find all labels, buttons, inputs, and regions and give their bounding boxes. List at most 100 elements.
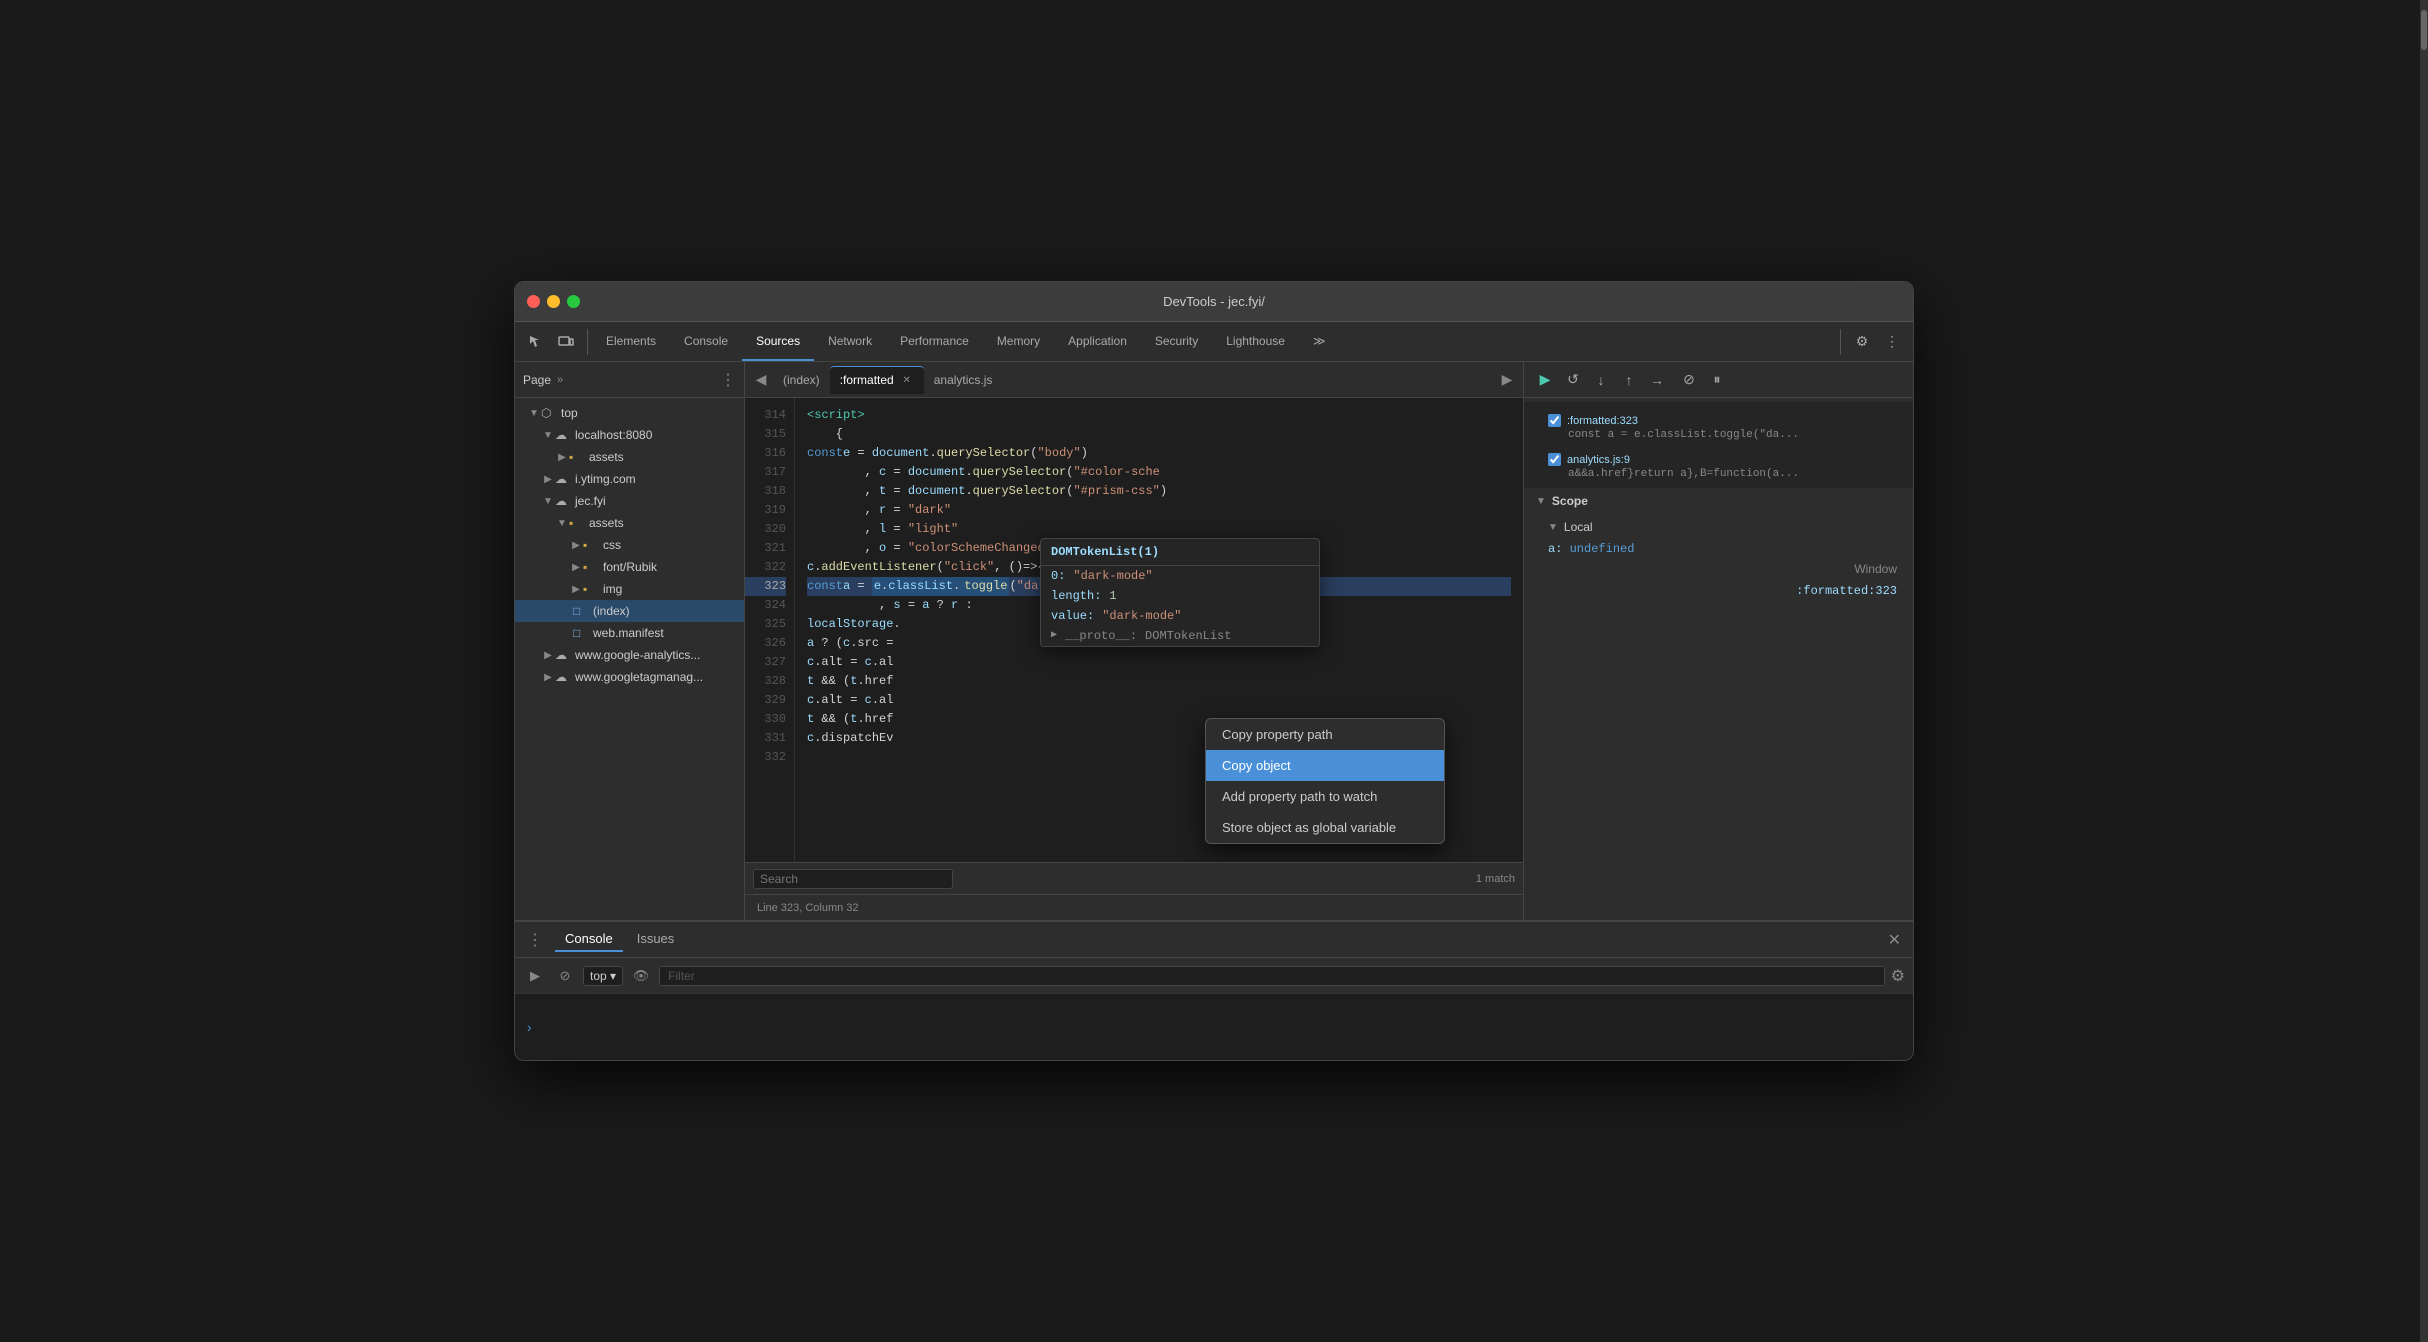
inspect-icon[interactable] bbox=[523, 329, 549, 355]
minimize-button[interactable] bbox=[547, 295, 560, 308]
tree-item-css[interactable]: ▶ ▪ css bbox=[515, 534, 744, 556]
context-menu-copy-path[interactable]: Copy property path bbox=[1206, 719, 1444, 750]
tab-elements[interactable]: Elements bbox=[592, 322, 670, 361]
scope-section-header[interactable]: Scope bbox=[1524, 488, 1913, 514]
tab-sources[interactable]: Sources bbox=[742, 322, 814, 361]
tree-item-ytimg[interactable]: ▶ ☁ i.ytimg.com bbox=[515, 468, 744, 490]
tab-application[interactable]: Application bbox=[1054, 322, 1141, 361]
context-menu-store-global[interactable]: Store object as global variable bbox=[1206, 812, 1444, 843]
debug-step-btn[interactable]: → bbox=[1644, 367, 1670, 393]
debug-step-over-btn[interactable]: ↺ bbox=[1560, 367, 1586, 393]
globe-icon-googletag: ☁ bbox=[555, 670, 571, 684]
more-options-icon[interactable]: ⋮ bbox=[1879, 329, 1905, 355]
tree-item-top[interactable]: ▼ ⬡ top bbox=[515, 402, 744, 424]
file-tab-index[interactable]: (index) bbox=[773, 366, 830, 394]
tooltip-key-value: value: bbox=[1051, 609, 1094, 623]
tab-performance[interactable]: Performance bbox=[886, 322, 983, 361]
code-position: Line 323, Column 32 bbox=[757, 902, 859, 914]
breakpoint-1-header: :formatted:323 bbox=[1548, 414, 1889, 427]
tree-item-assets-localhost[interactable]: ▶ ▪ assets bbox=[515, 446, 744, 468]
file-tab-formatted-close[interactable]: ✕ bbox=[900, 373, 914, 387]
tree-item-assets-jecfyi[interactable]: ▼ ▪ assets bbox=[515, 512, 744, 534]
tree-item-font[interactable]: ▶ ▪ font/Rubik bbox=[515, 556, 744, 578]
tree-item-webmanifest[interactable]: □ web.manifest bbox=[515, 622, 744, 644]
titlebar-buttons bbox=[527, 295, 580, 308]
tree-arrow-jecfyi: ▼ bbox=[541, 496, 555, 507]
file-tab-index-label: (index) bbox=[783, 373, 820, 387]
tree-label-googleanalytics: www.google-analytics... bbox=[575, 648, 700, 662]
code-line-328: t && (t.href bbox=[807, 672, 1511, 691]
local-section-header[interactable]: Local bbox=[1524, 514, 1913, 540]
globe-icon-ytimg: ☁ bbox=[555, 472, 571, 486]
debugger-panel: ▶ ↺ ↓ ↑ → ⊘ ⏸ :formatted:323 bbox=[1523, 362, 1913, 920]
tooltip-key-0: 0: bbox=[1051, 569, 1065, 583]
device-toggle-icon[interactable] bbox=[553, 329, 579, 355]
tab-security[interactable]: Security bbox=[1141, 322, 1212, 361]
console-block-btn[interactable]: ⊘ bbox=[553, 964, 577, 988]
tree-item-jecfyi[interactable]: ▼ ☁ jec.fyi bbox=[515, 490, 744, 512]
context-menu-copy-object[interactable]: Copy object bbox=[1206, 750, 1444, 781]
tree-item-googleanalytics[interactable]: ▶ ☁ www.google-analytics... bbox=[515, 644, 744, 666]
settings-icon[interactable]: ⚙ bbox=[1849, 329, 1875, 355]
tree-label-assets-jecfyi: assets bbox=[589, 516, 624, 530]
globe-icon-googleanalytics: ☁ bbox=[555, 648, 571, 662]
file-tab-formatted[interactable]: :formatted ✕ bbox=[830, 366, 924, 394]
console-context-label: top bbox=[590, 969, 607, 983]
code-line-316: const e = document.querySelector("body") bbox=[807, 444, 1511, 463]
close-button[interactable] bbox=[527, 295, 540, 308]
file-tabs-right-arrow[interactable]: ▶ bbox=[1495, 368, 1519, 392]
console-close-btn[interactable]: ✕ bbox=[1888, 930, 1901, 950]
tree-item-localhost[interactable]: ▼ ☁ localhost:8080 bbox=[515, 424, 744, 446]
console-context-select[interactable]: top ▾ bbox=[583, 966, 623, 986]
code-line-317: , c = document.querySelector("#color-sch… bbox=[807, 463, 1511, 482]
console-run-btn[interactable]: ▶ bbox=[523, 964, 547, 988]
tree-arrow-googleanalytics: ▶ bbox=[541, 650, 555, 661]
back-nav-btn[interactable]: ◀ bbox=[749, 368, 773, 392]
local-arrow bbox=[1548, 522, 1558, 533]
tree-arrow-assets-localhost: ▶ bbox=[555, 452, 569, 463]
tree-item-img[interactable]: ▶ ▪ img bbox=[515, 578, 744, 600]
devtools-window: DevTools - jec.fyi/ Elements Console Sou… bbox=[514, 281, 1914, 1061]
debug-step-out-btn[interactable]: ↑ bbox=[1616, 367, 1642, 393]
tooltip-title: DOMTokenList(1) bbox=[1041, 539, 1319, 566]
tree-item-index[interactable]: □ (index) bbox=[515, 600, 744, 622]
tooltip-row-length: length: 1 bbox=[1041, 586, 1319, 606]
file-tab-analytics[interactable]: analytics.js bbox=[924, 366, 1003, 394]
tooltip-proto-arrow: ▶ bbox=[1051, 629, 1057, 643]
panel-more-icon[interactable]: ⋮ bbox=[720, 370, 736, 390]
breakpoint-2-checkbox[interactable] bbox=[1548, 453, 1561, 466]
console-prompt: › bbox=[527, 1019, 532, 1035]
debug-deactivate-btn[interactable]: ⊘ bbox=[1676, 367, 1702, 393]
breakpoint-1-checkbox[interactable] bbox=[1548, 414, 1561, 427]
tree-label-googletag: www.googletagmanag... bbox=[575, 670, 703, 684]
tab-console[interactable]: Console bbox=[670, 322, 742, 361]
tab-network[interactable]: Network bbox=[814, 322, 886, 361]
window-label: Window bbox=[1854, 562, 1897, 576]
tree-arrow-ytimg: ▶ bbox=[541, 474, 555, 485]
code-panel: ◀ (index) :formatted ✕ analytics.js ▶ 31… bbox=[745, 362, 1523, 920]
page-expand-btn[interactable]: » bbox=[557, 374, 563, 386]
code-line-319: , r = "dark" bbox=[807, 501, 1511, 520]
search-input[interactable] bbox=[753, 869, 953, 889]
code-line-327: c.alt = c.al bbox=[807, 653, 1511, 672]
console-tab-issues[interactable]: Issues bbox=[627, 927, 685, 952]
maximize-button[interactable] bbox=[567, 295, 580, 308]
tree-item-googletag[interactable]: ▶ ☁ www.googletagmanag... bbox=[515, 666, 744, 688]
tab-more[interactable]: ≫ bbox=[1299, 322, 1340, 361]
context-menu: Copy property path Copy object Add prope… bbox=[1205, 718, 1445, 844]
tab-memory[interactable]: Memory bbox=[983, 322, 1054, 361]
file-tabs: ◀ (index) :formatted ✕ analytics.js ▶ bbox=[745, 362, 1523, 398]
scope-var-val-a: undefined bbox=[1570, 542, 1635, 556]
debug-step-into-btn[interactable]: ↓ bbox=[1588, 367, 1614, 393]
debug-pause-exceptions-btn[interactable]: ⏸ bbox=[1704, 367, 1730, 393]
tab-lighthouse[interactable]: Lighthouse bbox=[1212, 322, 1299, 361]
context-menu-add-watch[interactable]: Add property path to watch bbox=[1206, 781, 1444, 812]
console-settings-icon[interactable]: ⚙ bbox=[1891, 966, 1905, 986]
console-filter-input[interactable] bbox=[659, 966, 1885, 986]
console-header-btn[interactable]: ⋮ bbox=[527, 930, 543, 950]
console-tab-console[interactable]: Console bbox=[555, 927, 623, 952]
toolbar-right: ⚙ ⋮ bbox=[1840, 329, 1905, 355]
debug-play-btn[interactable]: ▶ bbox=[1532, 367, 1558, 393]
console-eye-btn[interactable]: 👁 bbox=[629, 964, 653, 988]
tooltip-key-proto: __proto__: bbox=[1065, 629, 1137, 643]
